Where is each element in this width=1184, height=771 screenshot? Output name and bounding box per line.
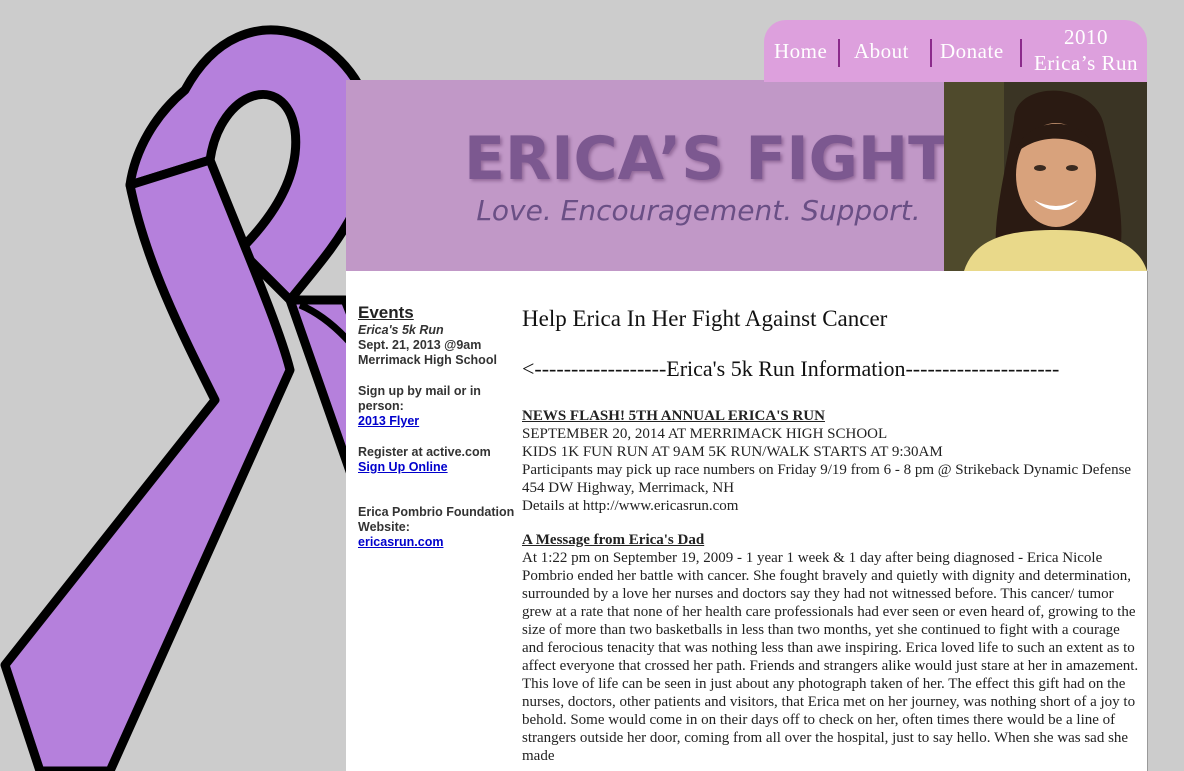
register-active-text: Register at active.com: [358, 445, 491, 459]
nav-run-label: Erica’s Run: [1033, 51, 1139, 75]
news-line-pickup: Participants may pick up race numbers on…: [522, 462, 1132, 496]
erica-portrait-photo: [944, 80, 1147, 271]
foundation-website-link[interactable]: ericasrun.com: [358, 535, 443, 549]
dad-message-section: A Message from Erica's Dad At 1:22 pm on…: [522, 531, 1140, 765]
main-article: Help Erica In Her Fight Against Cancer <…: [522, 305, 1140, 765]
event-run-name: Erica's 5k Run: [358, 323, 444, 337]
site-header-banner: ERICA’S FIGHT Love. Encouragement. Suppo…: [346, 80, 1147, 271]
news-line-details: Details at http://www.ericasrun.com: [522, 498, 739, 514]
dad-message-title: A Message from Erica's Dad: [522, 532, 705, 548]
flyer-2013-link[interactable]: 2013 Flyer: [358, 414, 419, 428]
top-navigation: Home About Donate 2010 Erica’s Run: [764, 20, 1147, 82]
nav-about-link[interactable]: About: [854, 39, 909, 64]
page-title: Help Erica In Her Fight Against Cancer: [522, 306, 888, 331]
nav-separator: [1020, 39, 1022, 67]
event-run-location: Merrimack High School: [358, 353, 497, 367]
run-info-heading: <------------------Erica's 5k Run Inform…: [522, 356, 1060, 381]
events-sidebar: Events Erica's 5k Run Sept. 21, 2013 @9a…: [358, 303, 518, 550]
site-logo-tagline: Love. Encouragement. Support.: [476, 194, 921, 227]
news-flash-title: NEWS FLASH! 5TH ANNUAL ERICA'S RUN: [522, 408, 825, 424]
foundation-website-text: Erica Pombrio Foundation Website:: [358, 505, 515, 534]
nav-home-link[interactable]: Home: [774, 39, 827, 64]
sign-up-online-link[interactable]: Sign Up Online: [358, 460, 448, 474]
nav-donate-link[interactable]: Donate: [940, 39, 1004, 64]
nav-separator: [930, 39, 932, 67]
signup-mail-text: Sign up by mail or in person:: [358, 384, 481, 413]
content-panel: Events Erica's 5k Run Sept. 21, 2013 @9a…: [346, 271, 1148, 771]
event-run-date: Sept. 21, 2013 @9am: [358, 338, 482, 352]
news-line-times: KIDS 1K FUN RUN AT 9AM 5K RUN/WALK START…: [522, 444, 943, 460]
nav-ericas-run-link[interactable]: 2010 Erica’s Run: [1026, 24, 1146, 76]
nav-separator: [838, 39, 840, 67]
news-flash-section: NEWS FLASH! 5TH ANNUAL ERICA'S RUN SEPTE…: [522, 407, 1140, 515]
site-logo-title: ERICA’S FIGHT: [464, 124, 950, 194]
news-line-date: SEPTEMBER 20, 2014 AT MERRIMACK HIGH SCH…: [522, 426, 888, 442]
dad-message-body: At 1:22 pm on September 19, 2009 - 1 yea…: [522, 550, 1139, 764]
events-heading: Events: [358, 303, 414, 322]
nav-run-year: 2010: [1064, 25, 1108, 49]
